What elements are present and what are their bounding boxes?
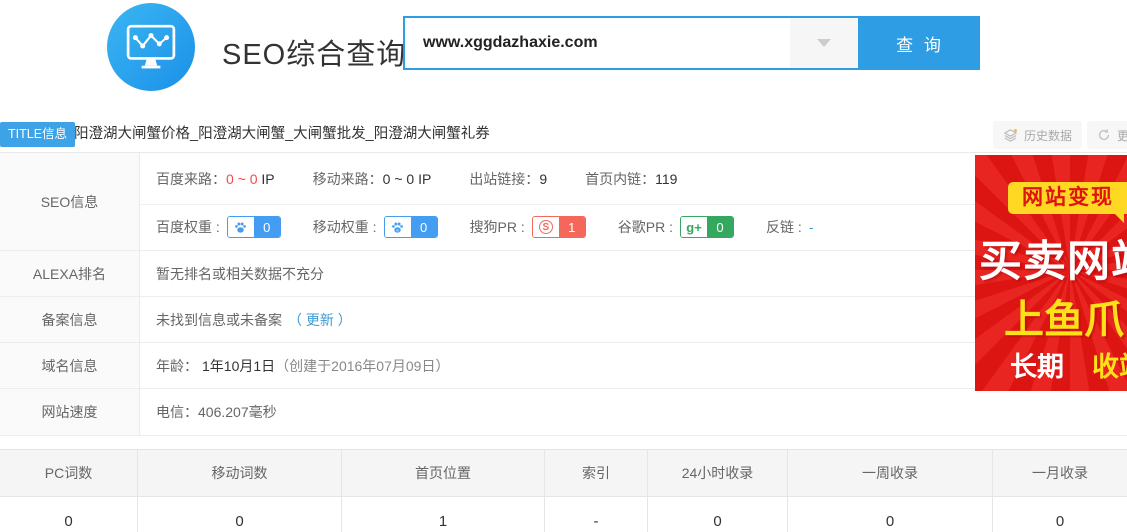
stats-header: 24小时收录 bbox=[647, 450, 787, 496]
icp-update-link[interactable]: （ 更新 ） bbox=[288, 310, 352, 330]
query-button[interactable]: 查 询 bbox=[860, 16, 980, 70]
outbound-links: 出站链接：9 bbox=[469, 169, 547, 189]
app-logo bbox=[107, 3, 195, 91]
stats-header: PC词数 bbox=[0, 450, 137, 496]
sogou-pr-badge: S 1 bbox=[532, 216, 586, 238]
stats-header: 索引 bbox=[544, 450, 647, 496]
history-data-button[interactable]: 历史数据 bbox=[993, 121, 1082, 149]
sogou-pr[interactable]: 搜狗PR : S 1 bbox=[470, 216, 586, 238]
table-row-speed: 网站速度 电信：406.207毫秒 bbox=[0, 389, 1127, 436]
stats-value-row: 0 0 1 - 0 0 0 bbox=[0, 497, 1127, 532]
ad-banner[interactable]: 网站变现 买卖网站 上鱼爪 长期收站 bbox=[975, 155, 1127, 391]
chevron-down-icon bbox=[817, 39, 831, 47]
monitor-chart-icon bbox=[125, 23, 177, 71]
table-row-domain: 域名信息 年龄： 1年10月1日 （创建于2016年07月09日） bbox=[0, 343, 1127, 389]
stats-table: PC词数 移动词数 首页位置 索引 24小时收录 一周收录 一月收录 0 0 1… bbox=[0, 449, 1127, 532]
google-pr-badge: g+ 0 bbox=[680, 216, 734, 238]
baidu-weight[interactable]: 百度权重 : 0 bbox=[156, 216, 281, 238]
url-dropdown[interactable] bbox=[790, 18, 858, 68]
url-input[interactable] bbox=[405, 18, 785, 68]
stats-header: 一月收录 bbox=[992, 450, 1127, 496]
search-box bbox=[403, 16, 860, 70]
row-label: 域名信息 bbox=[0, 343, 140, 388]
banner-bubble: 网站变现 bbox=[1008, 182, 1127, 214]
stats-value: 0 bbox=[992, 497, 1127, 532]
mobile-traffic: 移动来路：0 ~ 0 IP bbox=[313, 169, 432, 189]
banner-subline: 上鱼爪 bbox=[1004, 287, 1124, 345]
stats-header: 移动词数 bbox=[137, 450, 341, 496]
stats-value: 0 bbox=[0, 497, 137, 532]
mobile-weight-badge: m 0 bbox=[384, 216, 438, 238]
refresh-icon bbox=[1097, 128, 1111, 142]
baidu-weight-badge: 0 bbox=[227, 216, 281, 238]
refresh-label: 更 bbox=[1117, 127, 1127, 144]
stats-header: 首页位置 bbox=[341, 450, 544, 496]
banner-footer: 长期收站 bbox=[1010, 345, 1127, 384]
site-title-text: 阳澄湖大闸蟹价格_阳澄湖大闸蟹_大闸蟹批发_阳澄湖大闸蟹礼券 bbox=[74, 122, 490, 147]
stats-header-row: PC词数 移动词数 首页位置 索引 24小时收录 一周收录 一月收录 bbox=[0, 449, 1127, 497]
google-pr[interactable]: 谷歌PR : g+ 0 bbox=[618, 216, 734, 238]
baidu-mobile-paw-icon: m bbox=[391, 221, 404, 234]
stats-value: 1 bbox=[341, 497, 544, 532]
row-label: SEO信息 bbox=[0, 153, 140, 250]
table-row-seo: SEO信息 百度来路：0 ~ 0 IP 移动来路：0 ~ 0 IP 出站链接：9… bbox=[0, 153, 1127, 251]
mobile-weight[interactable]: 移动权重 : m 0 bbox=[313, 216, 438, 238]
stats-value: 0 bbox=[137, 497, 341, 532]
title-info-badge: TITLE信息 bbox=[0, 122, 75, 147]
sogou-icon: S bbox=[539, 220, 553, 234]
domain-created: （创建于2016年07月09日） bbox=[275, 356, 449, 376]
app-title: SEO综合查询 bbox=[222, 31, 406, 73]
table-row-icp: 备案信息 未找到信息或未备案 （ 更新 ） bbox=[0, 297, 1127, 343]
stats-header: 一周收录 bbox=[787, 450, 992, 496]
google-plus-icon: g+ bbox=[686, 220, 702, 235]
row-label: 网站速度 bbox=[0, 389, 140, 435]
svg-text:m: m bbox=[396, 228, 399, 232]
row-label: 备案信息 bbox=[0, 297, 140, 342]
backlinks: 反链 : - bbox=[766, 217, 813, 237]
layers-icon bbox=[1003, 128, 1018, 143]
stats-value: - bbox=[544, 497, 647, 532]
homepage-inner-links: 首页内链：119 bbox=[585, 169, 677, 189]
site-speed-value: 电信：406.207毫秒 bbox=[140, 389, 1127, 435]
seo-info-table: SEO信息 百度来路：0 ~ 0 IP 移动来路：0 ~ 0 IP 出站链接：9… bbox=[0, 152, 1127, 436]
refresh-button[interactable]: 更 bbox=[1087, 121, 1127, 149]
baidu-traffic: 百度来路：0 ~ 0 IP bbox=[156, 169, 275, 189]
baidu-paw-icon bbox=[234, 221, 247, 234]
row-label: ALEXA排名 bbox=[0, 251, 140, 296]
table-row-alexa: ALEXA排名 暂无排名或相关数据不充分 bbox=[0, 251, 1127, 297]
seo-query-page: SEO综合查询 查 询 TITLE信息 阳澄湖大闸蟹价格_阳澄湖大闸蟹_大闸蟹批… bbox=[0, 0, 1127, 532]
history-data-label: 历史数据 bbox=[1024, 127, 1072, 144]
stats-value: 0 bbox=[647, 497, 787, 532]
stats-value: 0 bbox=[787, 497, 992, 532]
banner-headline: 买卖网站 bbox=[979, 227, 1127, 289]
domain-age-value: 1年10月1日 bbox=[202, 356, 275, 376]
domain-age-label: 年龄： bbox=[156, 356, 198, 376]
icp-status: 未找到信息或未备案 bbox=[156, 310, 282, 330]
